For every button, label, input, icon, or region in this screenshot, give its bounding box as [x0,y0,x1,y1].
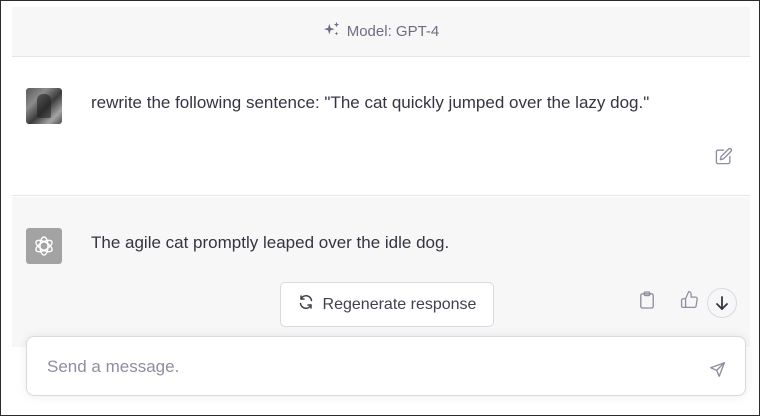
arrow-down-icon [716,296,728,310]
model-bar: Model: GPT-4 [12,7,750,57]
send-icon[interactable] [706,358,728,380]
model-label: Model: GPT-4 [346,23,440,40]
edit-icon[interactable] [712,145,734,167]
chat-window: Model: GPT-4 rewrite the following sente… [0,0,760,416]
sparkles-icon [323,21,341,43]
assistant-message-text: The agile cat promptly leaped over the i… [91,233,450,252]
user-avatar [26,88,62,124]
openai-logo [26,228,62,264]
message-input[interactable] [47,353,687,381]
refresh-icon [298,294,314,315]
message-composer [26,336,746,396]
scroll-down-button[interactable] [707,288,737,318]
user-message-text: rewrite the following sentence: "The cat… [91,93,650,112]
thumbs-up-icon[interactable] [678,288,700,310]
clipboard-icon[interactable] [637,289,657,311]
regenerate-label: Regenerate response [322,295,477,313]
user-message: rewrite the following sentence: "The cat… [12,58,750,196]
regenerate-response-button[interactable]: Regenerate response [280,282,494,327]
